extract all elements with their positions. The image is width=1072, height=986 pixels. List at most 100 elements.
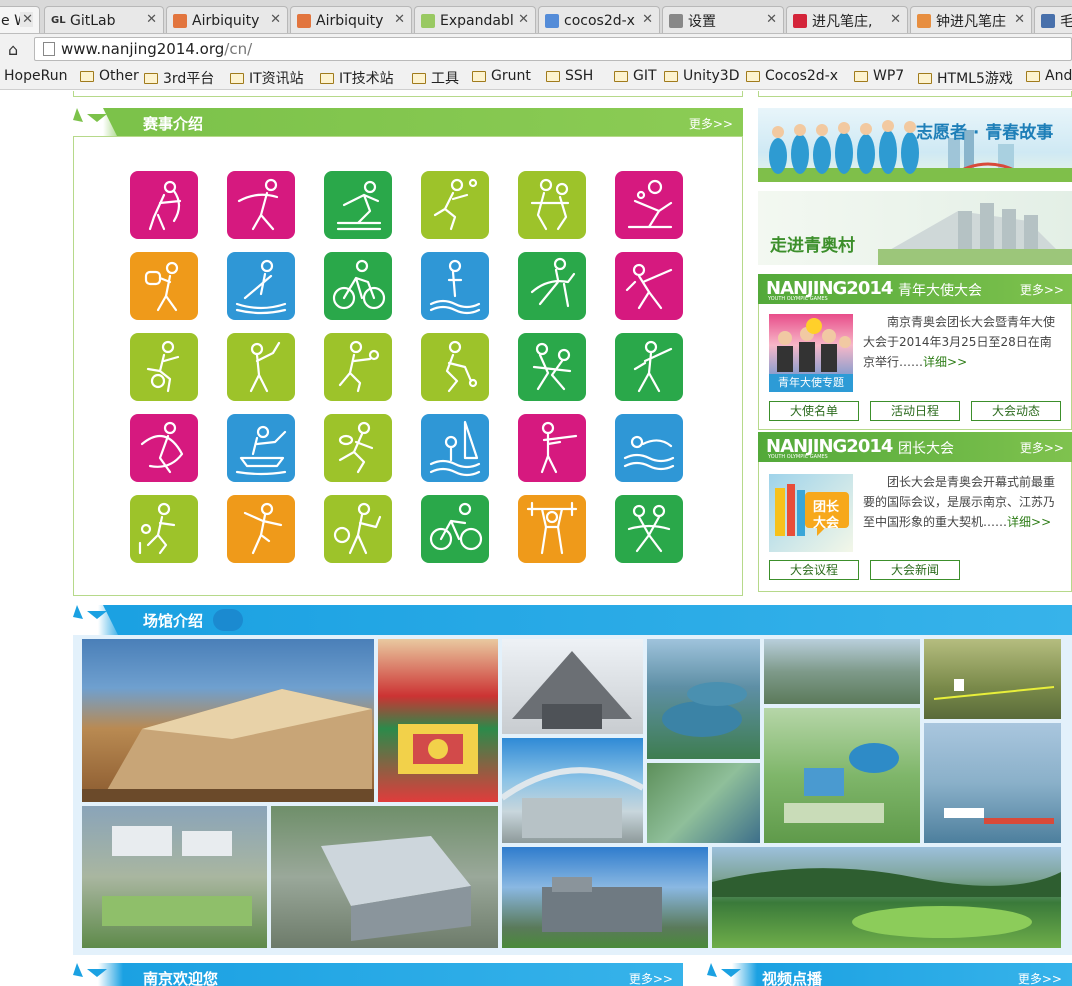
sailing-icon[interactable]: [421, 414, 489, 482]
wrestling-icon[interactable]: [615, 495, 683, 563]
browser-tab[interactable]: 钟进凡笔庄 ✕: [910, 6, 1032, 33]
bookmark-item[interactable]: IT资讯站: [230, 68, 304, 88]
browser-tab[interactable]: GL GitLab ✕: [44, 6, 164, 33]
rhythmic-gymnastics-icon[interactable]: [130, 414, 198, 482]
badminton-icon[interactable]: [421, 171, 489, 239]
browser-tab[interactable]: 设置 ✕: [662, 6, 784, 33]
panel-button[interactable]: 大会议程: [769, 560, 859, 580]
ambassador-detail-link[interactable]: 详细>>: [923, 355, 967, 369]
tab-close-icon[interactable]: ✕: [764, 12, 777, 27]
archery-icon[interactable]: [130, 171, 198, 239]
bookmark-item[interactable]: HTML5游戏: [918, 68, 1013, 88]
weightlifting-icon[interactable]: [518, 495, 586, 563]
handball-icon[interactable]: [324, 333, 392, 401]
venue-photo-golf-course[interactable]: [712, 847, 1061, 948]
village-banner[interactable]: 走进青奥村: [758, 191, 1072, 265]
bookmark-item[interactable]: GIT: [614, 68, 657, 84]
hockey-icon[interactable]: [421, 333, 489, 401]
fencing-icon[interactable]: [615, 252, 683, 320]
judo-icon[interactable]: [518, 333, 586, 401]
swimming-icon[interactable]: [615, 414, 683, 482]
events-header: 赛事介绍 更多>>: [73, 108, 743, 138]
tennis-icon[interactable]: [324, 495, 392, 563]
venue-photo-gymnasium-interior[interactable]: [378, 639, 498, 802]
venue-photo-graphic: [82, 689, 374, 802]
browser-tab[interactable]: Airbiquity ✕: [290, 6, 412, 33]
tab-close-icon[interactable]: ✕: [268, 12, 281, 27]
browser-tab[interactable]: cocos2d-x ✕: [538, 6, 660, 33]
venue-photo-campus-aerial[interactable]: [82, 806, 267, 948]
table-tennis-icon[interactable]: [130, 495, 198, 563]
bookmark-item[interactable]: HopeRun: [4, 68, 67, 84]
equestrian-icon[interactable]: [518, 252, 586, 320]
venue-photo-city-aerial[interactable]: [764, 639, 920, 704]
panel-button[interactable]: 大使名单: [769, 401, 859, 421]
venue-photo-water-sports-center[interactable]: [647, 763, 760, 843]
canoe-icon[interactable]: [227, 252, 295, 320]
url-input[interactable]: www.nanjing2014.org/cn/: [33, 37, 1072, 61]
browser-tab[interactable]: 进凡笔庄, ✕: [786, 6, 908, 33]
panel-button[interactable]: 大会新闻: [870, 560, 960, 580]
athletics-icon[interactable]: [324, 171, 392, 239]
bookmark-item[interactable]: And: [1026, 68, 1072, 84]
bookmark-item[interactable]: 3rd平台: [144, 68, 214, 88]
browser-tab[interactable]: 毛: [1034, 6, 1072, 33]
chef-photo[interactable]: 团长大会: [769, 474, 853, 552]
venue-photo-lake-marina[interactable]: [924, 723, 1061, 843]
venue-photo-arena-aerial[interactable]: [271, 806, 498, 948]
ambassador-photo[interactable]: 青年大使专题: [769, 314, 853, 392]
tab-close-icon[interactable]: ✕: [20, 12, 33, 27]
bookmark-item[interactable]: Unity3D: [664, 68, 739, 84]
bookmark-item[interactable]: Cocos2d-x: [746, 68, 838, 84]
events-more-link[interactable]: 更多>>: [689, 115, 733, 132]
shooting-icon[interactable]: [518, 414, 586, 482]
rugby-icon[interactable]: [324, 414, 392, 482]
venue-photo-tennis-complex[interactable]: [764, 708, 920, 843]
tab-close-icon[interactable]: ✕: [1012, 12, 1025, 27]
bookmark-item[interactable]: 工具: [412, 68, 459, 88]
beach-volleyball-icon[interactable]: [615, 171, 683, 239]
gymnastics-icon[interactable]: [227, 171, 295, 239]
diving-icon[interactable]: [421, 252, 489, 320]
panel-button[interactable]: 大会动态: [971, 401, 1061, 421]
tab-close-icon[interactable]: ✕: [516, 12, 529, 27]
welcome-more-link[interactable]: 更多>>: [629, 970, 673, 986]
browser-tab[interactable]: e W ✕: [0, 6, 40, 33]
browser-tab[interactable]: Airbiquity ✕: [166, 6, 288, 33]
tab-close-icon[interactable]: ✕: [888, 12, 901, 27]
football-icon[interactable]: [130, 333, 198, 401]
browser-tab[interactable]: Expandabl ✕: [414, 6, 536, 33]
home-icon[interactable]: ⌂: [8, 40, 28, 59]
basketball-icon[interactable]: [518, 171, 586, 239]
bookmark-item[interactable]: SSH: [546, 68, 593, 84]
bookmark-item[interactable]: IT技术站: [320, 68, 394, 88]
ambassador-more-link[interactable]: 更多>>: [1020, 281, 1064, 298]
tab-close-icon[interactable]: ✕: [640, 12, 653, 27]
triathlon-icon[interactable]: [421, 495, 489, 563]
venue-photo-graphic: [944, 808, 1054, 824]
bookmark-item[interactable]: WP7: [854, 68, 904, 84]
venue-photo-stadium-canopy[interactable]: [502, 738, 643, 843]
venue-photo-graphic: [398, 724, 478, 774]
chef-detail-link[interactable]: 详细>>: [1007, 515, 1051, 529]
volunteer-banner[interactable]: 志愿者 · 青春故事: [758, 108, 1072, 182]
chef-more-link[interactable]: 更多>>: [1020, 439, 1064, 456]
tab-close-icon[interactable]: ✕: [392, 12, 405, 27]
events-title: 赛事介绍: [143, 115, 204, 133]
video-more-link[interactable]: 更多>>: [1018, 970, 1062, 986]
panel-button[interactable]: 活动日程: [870, 401, 960, 421]
venue-photo-forest-course[interactable]: [924, 639, 1061, 719]
boxing-icon[interactable]: [130, 252, 198, 320]
bookmark-item[interactable]: Other: [80, 68, 139, 84]
venue-photo-hall-roof[interactable]: [502, 639, 643, 734]
modern-pentathlon-icon[interactable]: [615, 333, 683, 401]
bookmark-item[interactable]: Grunt: [472, 68, 531, 84]
taekwondo-icon[interactable]: [227, 495, 295, 563]
tab-close-icon[interactable]: ✕: [144, 12, 157, 27]
venue-photo-lake-aerial[interactable]: [647, 639, 760, 759]
venue-photo-modern-building[interactable]: [502, 847, 708, 948]
venue-photo-olympic-sports-center[interactable]: [82, 639, 374, 802]
rowing-icon[interactable]: [227, 414, 295, 482]
cycling-icon[interactable]: [324, 252, 392, 320]
golf-icon[interactable]: [227, 333, 295, 401]
